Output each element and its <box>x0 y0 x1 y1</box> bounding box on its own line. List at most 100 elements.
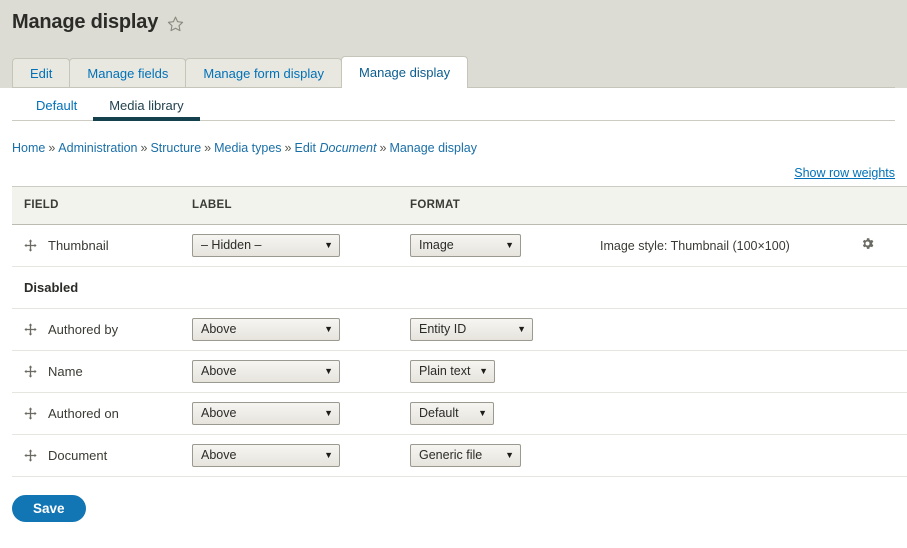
table-row: Thumbnail – Hidden – ▼ Image ▼ Image sty… <box>12 224 907 267</box>
row-weights-bar: Show row weights <box>12 155 895 186</box>
field-name-authored-by: Authored by <box>48 321 119 337</box>
label-select-name[interactable]: Above ▼ <box>192 359 340 383</box>
table-header-row: FIELD LABEL FORMAT <box>12 185 907 225</box>
field-cell: Document <box>12 434 192 477</box>
chevron-down-icon: ▼ <box>324 407 333 418</box>
move-handle-icon[interactable] <box>24 448 37 462</box>
chevron-down-icon: ▼ <box>324 365 333 376</box>
page-header: Manage display <box>0 0 907 44</box>
star-outline-icon[interactable] <box>167 15 184 32</box>
format-select-value: Image <box>419 238 454 252</box>
breadcrumb-separator: » <box>140 141 148 155</box>
tab-manage-form-display[interactable]: Manage form display <box>185 58 343 88</box>
format-select-value: Plain text <box>419 364 471 378</box>
breadcrumb-edit-text: Edit <box>294 141 320 155</box>
breadcrumb-separator: » <box>379 141 387 155</box>
format-select-name[interactable]: Plain text ▼ <box>410 359 495 383</box>
tab-manage-display[interactable]: Manage display <box>341 56 469 88</box>
label-select-document[interactable]: Above ▼ <box>192 443 340 467</box>
column-header-field: FIELD <box>12 185 192 225</box>
breadcrumb-item-edit-document[interactable]: Edit Document <box>294 141 376 155</box>
chevron-down-icon: ▼ <box>324 323 333 334</box>
format-select-value: Default <box>419 406 459 420</box>
field-name-thumbnail: Thumbnail <box>48 237 109 253</box>
column-header-settings <box>860 185 907 225</box>
save-button[interactable]: Save <box>12 494 86 522</box>
chevron-down-icon: ▼ <box>479 365 488 376</box>
column-header-label: LABEL <box>192 185 410 225</box>
format-summary-thumbnail: Image style: Thumbnail (100×100) <box>600 238 790 253</box>
subtab-default[interactable]: Default <box>20 99 93 120</box>
move-handle-icon[interactable] <box>24 322 37 336</box>
breadcrumb-item-structure[interactable]: Structure <box>150 141 201 155</box>
secondary-tab-bar: Default Media library <box>12 88 895 121</box>
page-title: Manage display <box>12 11 159 33</box>
breadcrumb-separator: » <box>284 141 292 155</box>
breadcrumb-item-administration[interactable]: Administration <box>58 141 137 155</box>
summary-cell: Image style: Thumbnail (100×100) <box>600 224 860 267</box>
field-cell: Thumbnail <box>12 224 192 267</box>
field-cell: Name <box>12 350 192 393</box>
table-row: Name Above ▼ Plain text ▼ <box>12 350 907 393</box>
column-header-format: FORMAT <box>410 185 600 225</box>
chevron-down-icon: ▼ <box>505 449 514 460</box>
chevron-down-icon: ▼ <box>324 449 333 460</box>
field-name-document: Document <box>48 447 108 463</box>
label-cell: Above ▼ <box>192 308 410 351</box>
table-row: Document Above ▼ Generic file ▼ <box>12 434 907 477</box>
region-title-disabled: Disabled <box>24 279 79 295</box>
tab-edit[interactable]: Edit <box>12 58 71 88</box>
format-cell: Generic file ▼ <box>410 434 907 477</box>
region-row-disabled: Disabled <box>12 266 907 309</box>
format-select-thumbnail[interactable]: Image ▼ <box>410 233 521 257</box>
label-select-value: Above <box>201 406 237 420</box>
region-cell: Disabled <box>12 266 907 309</box>
label-select-thumbnail[interactable]: – Hidden – ▼ <box>192 233 340 257</box>
label-cell: Above ▼ <box>192 434 410 477</box>
field-cell: Authored on <box>12 392 192 435</box>
breadcrumb-separator: » <box>48 141 56 155</box>
format-select-value: Entity ID <box>419 322 467 336</box>
settings-cell <box>860 224 907 267</box>
format-cell: Plain text ▼ <box>410 350 907 393</box>
move-handle-icon[interactable] <box>24 364 37 378</box>
label-cell: – Hidden – ▼ <box>192 224 410 267</box>
field-name-authored-on: Authored on <box>48 405 119 421</box>
field-cell: Authored by <box>12 308 192 351</box>
label-select-authored-on[interactable]: Above ▼ <box>192 401 340 425</box>
chevron-down-icon: ▼ <box>517 323 526 334</box>
gear-icon[interactable] <box>860 236 875 251</box>
breadcrumb-document-name: Document <box>319 141 377 155</box>
label-select-value: Above <box>201 322 237 336</box>
breadcrumb-item-manage-display: Manage display <box>389 141 477 155</box>
tab-manage-fields[interactable]: Manage fields <box>69 58 187 88</box>
label-select-value: Above <box>201 364 237 378</box>
move-handle-icon[interactable] <box>24 238 37 252</box>
label-select-value: Above <box>201 448 237 462</box>
format-select-authored-on[interactable]: Default ▼ <box>410 401 494 425</box>
format-select-value: Generic file <box>419 448 483 462</box>
label-select-authored-by[interactable]: Above ▼ <box>192 317 340 341</box>
label-cell: Above ▼ <box>192 392 410 435</box>
column-header-summary <box>600 185 860 225</box>
move-handle-icon[interactable] <box>24 406 37 420</box>
field-name-name: Name <box>48 363 83 379</box>
breadcrumb-item-media-types[interactable]: Media types <box>214 141 281 155</box>
breadcrumb-item-home[interactable]: Home <box>12 141 45 155</box>
chevron-down-icon: ▼ <box>505 239 514 250</box>
subtab-media-library[interactable]: Media library <box>93 99 201 121</box>
show-row-weights-link[interactable]: Show row weights <box>794 166 895 180</box>
breadcrumb-separator: » <box>204 141 212 155</box>
label-select-value: – Hidden – <box>201 238 262 252</box>
manage-display-table: FIELD LABEL FORMAT Thumbnail – Hidden – … <box>12 185 907 477</box>
format-cell: Image ▼ <box>410 224 600 267</box>
format-select-document[interactable]: Generic file ▼ <box>410 443 521 467</box>
format-select-authored-by[interactable]: Entity ID ▼ <box>410 317 533 341</box>
breadcrumb: Home» Administration» Structure» Media type… <box>12 121 895 155</box>
chevron-down-icon: ▼ <box>324 239 333 250</box>
label-cell: Above ▼ <box>192 350 410 393</box>
form-actions: Save <box>12 477 895 522</box>
format-cell: Entity ID ▼ <box>410 308 907 351</box>
format-cell: Default ▼ <box>410 392 907 435</box>
primary-tab-bar: Edit Manage fields Manage form display M… <box>0 44 907 88</box>
